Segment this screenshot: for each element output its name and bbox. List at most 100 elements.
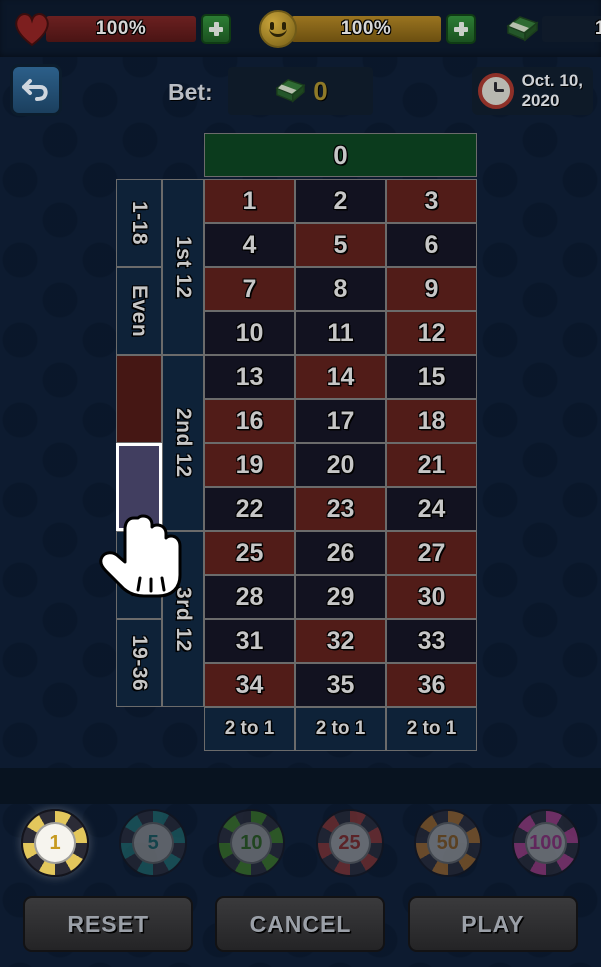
bet-cell-29[interactable]: 29 [295, 575, 386, 619]
bet-cell-32[interactable]: 32 [295, 619, 386, 663]
bet-cell-16-label: 16 [235, 406, 264, 435]
bet-cell-28-label: 28 [235, 582, 264, 611]
chip-value: 5 [132, 822, 175, 864]
bet-cell-9[interactable]: 9 [386, 267, 477, 311]
happiness-value: 100% [340, 17, 392, 39]
bet-cell-dozen-1-label: 1st 12 [172, 235, 195, 299]
bet-cell-dozen-3-label: 3rd 12 [172, 586, 195, 652]
bet-cell-33[interactable]: 33 [386, 619, 477, 663]
chip-50[interactable]: 50 [413, 809, 482, 877]
bet-cell-15[interactable]: 15 [386, 355, 477, 399]
bet-cell-20[interactable]: 20 [295, 443, 386, 487]
bet-cell-16[interactable]: 16 [204, 399, 295, 443]
bet-cell-5[interactable]: 5 [295, 223, 386, 267]
bet-cell-4[interactable]: 4 [204, 223, 295, 267]
bet-cell-14-label: 14 [326, 362, 355, 391]
bet-cell-20-label: 20 [326, 450, 355, 479]
bet-cell-10[interactable]: 10 [204, 311, 295, 355]
bet-cell-11[interactable]: 11 [295, 311, 386, 355]
panel-divider [0, 768, 601, 804]
add-happiness-button[interactable] [446, 13, 476, 44]
bet-cell-24[interactable]: 24 [386, 487, 477, 531]
bet-cell-31[interactable]: 31 [204, 619, 295, 663]
bet-cell-6[interactable]: 6 [386, 223, 477, 267]
bet-cell-18[interactable]: 18 [386, 399, 477, 443]
bet-cell-15-label: 15 [417, 362, 446, 391]
bet-cell-0-label: 0 [333, 139, 348, 170]
bet-cell-column-3[interactable]: 2 to 1 [386, 707, 477, 751]
bet-cell-36[interactable]: 36 [386, 663, 477, 707]
bet-cell-black[interactable] [116, 443, 162, 531]
bet-cell-12[interactable]: 12 [386, 311, 477, 355]
date-display: Oct. 10, 2020 [471, 67, 593, 115]
bet-cell-3[interactable]: 3 [386, 179, 477, 223]
chip-1[interactable]: 1 [21, 809, 90, 877]
bet-cell-8[interactable]: 8 [295, 267, 386, 311]
bet-cell-8-label: 8 [333, 274, 348, 303]
bet-cell-dozen-2[interactable]: 2nd 12 [162, 355, 204, 531]
bet-cell-1-18[interactable]: 1-18 [116, 179, 162, 267]
bet-cell-19[interactable]: 19 [204, 443, 295, 487]
play-button[interactable]: PLAY [407, 896, 578, 952]
heart-icon [12, 11, 52, 47]
health-value: 100% [95, 17, 147, 39]
chip-value: 100 [524, 822, 567, 864]
undo-arrow-icon[interactable] [10, 64, 62, 116]
bet-cell-21[interactable]: 21 [386, 443, 477, 487]
date-text: Oct. 10, 2020 [521, 71, 583, 110]
bet-cell-35[interactable]: 35 [295, 663, 386, 707]
bet-cell-22-label: 22 [235, 494, 264, 523]
health-meter: 100% [12, 11, 231, 47]
bet-cell-25[interactable]: 25 [204, 531, 295, 575]
chip-selector: 1 5 10 25 50 100 [0, 804, 601, 882]
bet-cell-19-36[interactable]: 19-36 [116, 619, 162, 707]
bet-cell-34-label: 34 [235, 670, 264, 699]
bet-cell-33-label: 33 [417, 626, 446, 655]
bet-cell-19-label: 19 [235, 450, 264, 479]
money-value: 1.1K [594, 17, 601, 39]
chip-5[interactable]: 5 [119, 809, 188, 877]
bet-cell-28[interactable]: 28 [204, 575, 295, 619]
bet-cell-dozen-1[interactable]: 1st 12 [162, 179, 204, 355]
bet-cell-red[interactable] [116, 355, 162, 443]
bet-cell-22[interactable]: 22 [204, 487, 295, 531]
chip-value: 25 [328, 822, 371, 864]
cancel-button[interactable]: CANCEL [215, 896, 386, 952]
chip-100[interactable]: 100 [511, 809, 580, 877]
add-health-button[interactable] [201, 13, 231, 44]
bet-cell-column-1[interactable]: 2 to 1 [204, 707, 295, 751]
bet-cell-23[interactable]: 23 [295, 487, 386, 531]
bet-cell-dozen-3[interactable]: 3rd 12 [162, 531, 204, 707]
bet-cell-column-2[interactable]: 2 to 1 [295, 707, 386, 751]
bet-cell-even-label: Even [128, 284, 151, 338]
bet-cell-1[interactable]: 1 [204, 179, 295, 223]
clock-icon [477, 73, 514, 109]
bet-cell-36-label: 36 [417, 670, 446, 699]
chip-10[interactable]: 10 [217, 809, 286, 877]
bet-cell-25-label: 25 [235, 538, 264, 567]
chip-25[interactable]: 25 [315, 809, 384, 877]
money-bar: 1.1K [542, 15, 601, 42]
bet-cell-18-label: 18 [417, 406, 446, 435]
bet-cell-0[interactable]: 0 [204, 133, 477, 177]
bet-cell-27-label: 27 [417, 538, 446, 567]
bet-cell-1-label: 1 [242, 186, 257, 215]
bet-cell-34[interactable]: 34 [204, 663, 295, 707]
bet-cell-2[interactable]: 2 [295, 179, 386, 223]
bet-cell-14[interactable]: 14 [295, 355, 386, 399]
money-meter: 1.1K [504, 14, 601, 44]
bet-cell-odd[interactable]: Odd [116, 531, 162, 619]
bet-cell-17[interactable]: 17 [295, 399, 386, 443]
bet-cell-7[interactable]: 7 [204, 267, 295, 311]
bet-cell-10-label: 10 [235, 318, 264, 347]
cash-icon [273, 77, 307, 105]
bet-cell-32-label: 32 [326, 626, 355, 655]
reset-button[interactable]: RESET [23, 896, 194, 952]
bet-cell-27[interactable]: 27 [386, 531, 477, 575]
bet-cell-30[interactable]: 30 [386, 575, 477, 619]
bet-cell-26[interactable]: 26 [295, 531, 386, 575]
bet-cell-13[interactable]: 13 [204, 355, 295, 399]
bet-cell-even[interactable]: Even [116, 267, 162, 355]
bet-bar: Bet: 0 Oct. 10, 2020 [0, 57, 601, 127]
status-hud: 100% 100% 1.1K [0, 0, 601, 57]
